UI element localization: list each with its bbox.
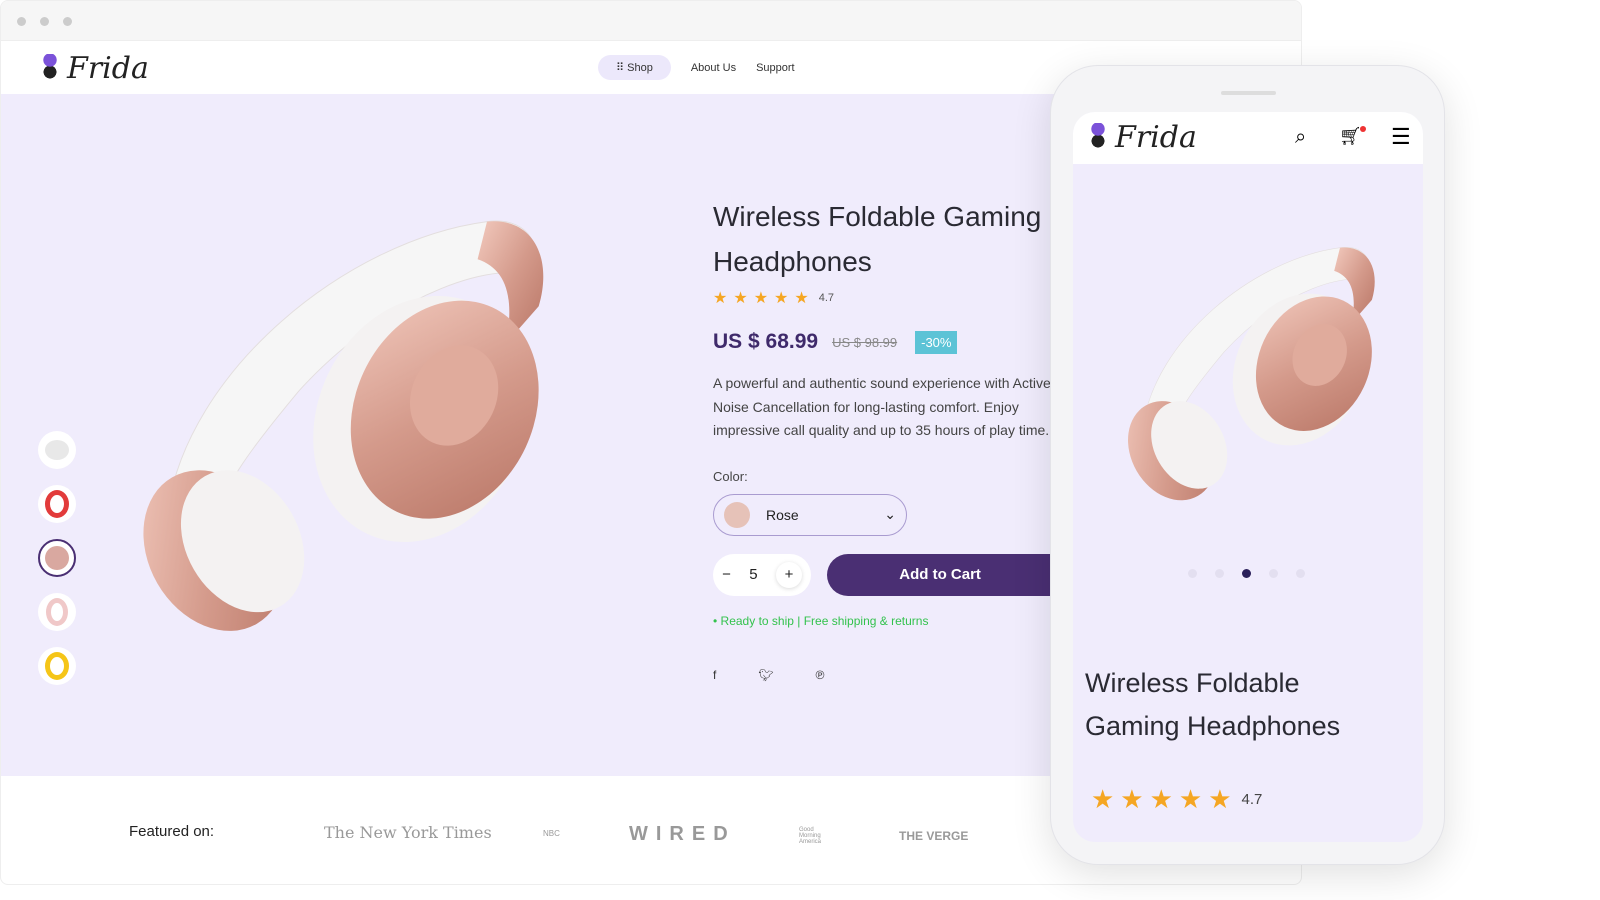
rating-stars: ★★★★★: [713, 290, 815, 307]
rose-swatch-icon: [724, 501, 750, 528]
frida-logo-icon: [39, 53, 61, 84]
price: US $ 68.99: [713, 330, 819, 353]
window-maximize-dot[interactable]: [63, 17, 72, 26]
carousel-dot[interactable]: [1215, 569, 1224, 578]
logo-wired: WIRED: [629, 823, 736, 845]
pinterest-icon[interactable]: ℗: [816, 668, 825, 682]
carousel-dot-active[interactable]: [1242, 569, 1251, 578]
headphone-thumb-icon: [45, 652, 69, 680]
nav-label: Shop: [627, 62, 653, 74]
carousel-dot[interactable]: [1269, 569, 1278, 578]
nav-about-us[interactable]: About Us: [691, 62, 736, 74]
mobile-screen: Frida ⌕ 🛒︎ ☰ Wireless Foldable Gaming He…: [1073, 112, 1423, 842]
headphone-thumb-icon: [45, 490, 69, 518]
menu-icon[interactable]: ☰: [1391, 124, 1411, 150]
facebook-icon[interactable]: f: [713, 668, 716, 682]
plus-button[interactable]: +: [776, 562, 802, 588]
mobile-header: Frida ⌕ 🛒︎ ☰: [1073, 112, 1423, 164]
minus-button[interactable]: −: [722, 566, 731, 583]
product-image: [111, 199, 581, 639]
phone-speaker: [1221, 91, 1276, 95]
logo-nyt: The New York Times: [324, 823, 492, 842]
twitter-icon[interactable]: 🐦︎: [758, 668, 773, 682]
browser-titlebar: [1, 1, 1301, 41]
color-select[interactable]: Rose ⌄: [713, 493, 907, 536]
mobile-rating-stars: ★★★★★: [1091, 784, 1238, 814]
window-minimize-dot[interactable]: [40, 17, 49, 26]
logo-text: Frida: [1115, 120, 1197, 155]
chevron-down-icon: ⌄: [884, 506, 896, 522]
dot-icon: •: [713, 613, 721, 628]
thumbnail-red[interactable]: [38, 485, 76, 523]
mobile-logo[interactable]: Frida: [1087, 120, 1197, 155]
rating-value: 4.7: [818, 292, 835, 304]
mobile-rating-value: 4.7: [1241, 791, 1263, 808]
logo-gma: Good Morning America: [799, 827, 822, 845]
shipping-text: Ready to ship | Free shipping & returns: [720, 613, 929, 628]
window-close-dot[interactable]: [17, 17, 26, 26]
cart-icon[interactable]: 🛒︎: [1339, 126, 1366, 147]
logo-text: Frida: [67, 51, 149, 86]
quantity-value[interactable]: 5: [749, 566, 757, 583]
product-info: Wireless Foldable Gaming Headphones ★★★★…: [713, 194, 1053, 682]
mobile-mockup: Frida ⌕ 🛒︎ ☰ Wireless Foldable Gaming He…: [1050, 65, 1445, 865]
product-description: A powerful and authentic sound experienc…: [713, 375, 1051, 438]
nav-support[interactable]: Support: [756, 62, 795, 74]
thumbnail-pink[interactable]: [38, 593, 76, 631]
logo-the-verge: THE VERGE: [899, 829, 969, 843]
headphone-thumb-icon: [46, 598, 68, 626]
search-icon[interactable]: ⌕: [1295, 126, 1306, 149]
mobile-product-image: [1108, 232, 1398, 507]
headphone-thumb-icon: [45, 546, 69, 570]
featured-label: Featured on:: [129, 823, 215, 840]
discount-badge: -30%: [915, 330, 958, 354]
thumbnail-white[interactable]: [38, 431, 76, 469]
shipping-info: • Ready to ship | Free shipping & return…: [713, 614, 1053, 628]
headphone-thumb-icon: [45, 440, 69, 460]
color-label: Color:: [713, 468, 748, 484]
thumbnail-rose-selected[interactable]: [38, 539, 76, 577]
add-to-cart-button[interactable]: Add to Cart: [827, 553, 1053, 596]
product-title: Wireless Foldable Gaming Headphones: [713, 201, 1042, 277]
frida-logo-icon: [1087, 122, 1109, 153]
color-value: Rose: [766, 506, 799, 523]
old-price: US $ 98.99: [832, 334, 898, 350]
thumbnail-yellow[interactable]: [38, 647, 76, 685]
carousel-dot[interactable]: [1188, 569, 1197, 578]
logo[interactable]: Frida: [39, 51, 149, 86]
carousel-dot[interactable]: [1296, 569, 1305, 578]
nav-shop[interactable]: ⠿ Shop: [598, 55, 671, 80]
mobile-product-title: Wireless Foldable Gaming Headphones: [1085, 668, 1341, 741]
quantity-stepper[interactable]: − 5 +: [713, 553, 812, 596]
carousel-dots: [1188, 569, 1305, 578]
logo-nbc: NBC: [543, 829, 560, 838]
grid-icon: ⠿: [616, 62, 628, 74]
cart-badge: [1359, 126, 1366, 132]
